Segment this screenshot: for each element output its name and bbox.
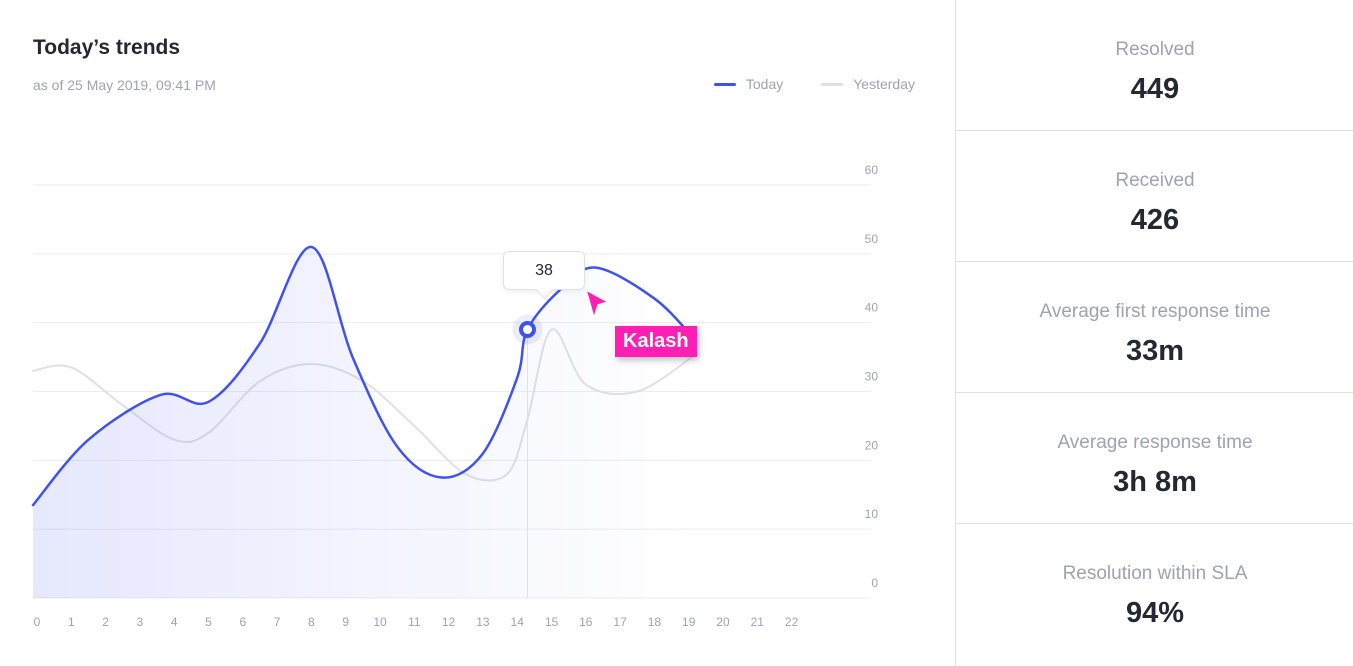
x-tick-label: 10 xyxy=(373,615,387,629)
x-tick-label: 11 xyxy=(408,615,421,629)
x-tick-label: 0 xyxy=(34,615,41,629)
value-tooltip: 38 xyxy=(503,251,585,290)
x-tick-label: 15 xyxy=(545,615,559,629)
stat-card-sla[interactable]: Resolution within SLA 94% xyxy=(956,524,1353,654)
y-tick-label: 0 xyxy=(871,576,878,590)
y-tick-label: 50 xyxy=(865,232,879,246)
stat-value: 3h 8m xyxy=(1113,466,1197,498)
stat-value: 94% xyxy=(1125,597,1185,629)
x-tick-label: 13 xyxy=(476,615,490,629)
y-tick-label: 60 xyxy=(865,163,879,177)
collaborator-cursor-label: Kalash xyxy=(615,326,697,357)
x-tick-label: 9 xyxy=(342,615,349,629)
x-tick-label: 22 xyxy=(785,615,799,629)
x-tick-label: 16 xyxy=(579,615,593,629)
stat-value: 33m xyxy=(1125,335,1185,367)
y-tick-label: 10 xyxy=(865,507,879,521)
stat-label: Resolution within SLA xyxy=(1062,563,1248,584)
x-tick-label: 1 xyxy=(68,615,75,629)
x-tick-label: 17 xyxy=(613,615,627,629)
x-tick-label: 4 xyxy=(171,615,178,629)
x-tick-label: 8 xyxy=(308,615,315,629)
x-tick-label: 6 xyxy=(239,615,246,629)
x-tick-label: 3 xyxy=(137,615,144,629)
x-tick-label: 20 xyxy=(716,615,730,629)
stat-card-resolved[interactable]: Resolved 449 xyxy=(956,0,1353,131)
y-tick-label: 40 xyxy=(865,301,879,315)
x-tick-label: 21 xyxy=(751,615,765,629)
stat-value: 449 xyxy=(1130,73,1180,105)
x-tick-label: 19 xyxy=(682,615,696,629)
x-tick-label: 5 xyxy=(205,615,212,629)
trends-chart-panel: Today’s trends as of 25 May 2019, 09:41 … xyxy=(0,0,955,666)
x-tick-label: 7 xyxy=(274,615,281,629)
stat-card-received[interactable]: Received 426 xyxy=(956,131,1353,262)
x-tick-label: 14 xyxy=(511,615,525,629)
trends-line-chart[interactable]: 01020304050600 1 2 3 4 5 6 7 8 9 10 11 12 13 14 15 16 17 1… xyxy=(0,0,955,666)
stat-card-avg-response[interactable]: Average response time 3h 8m xyxy=(956,393,1353,524)
stat-label: Average response time xyxy=(1057,432,1253,453)
x-tick-label: 18 xyxy=(648,615,662,629)
stat-card-avg-first-response[interactable]: Average first response time 33m xyxy=(956,262,1353,393)
stat-label: Received xyxy=(1115,170,1195,191)
stat-label: Resolved xyxy=(1115,39,1195,60)
stat-label: Average first response time xyxy=(1039,301,1271,322)
stat-value: 426 xyxy=(1130,204,1180,236)
stats-panel: Resolved 449 Received 426 Average first … xyxy=(955,0,1353,666)
highlight-point xyxy=(518,321,536,339)
y-tick-label: 20 xyxy=(865,438,879,452)
y-tick-label: 30 xyxy=(865,370,879,384)
x-tick-label: 2 xyxy=(102,615,109,629)
x-tick-label: 12 xyxy=(442,615,456,629)
